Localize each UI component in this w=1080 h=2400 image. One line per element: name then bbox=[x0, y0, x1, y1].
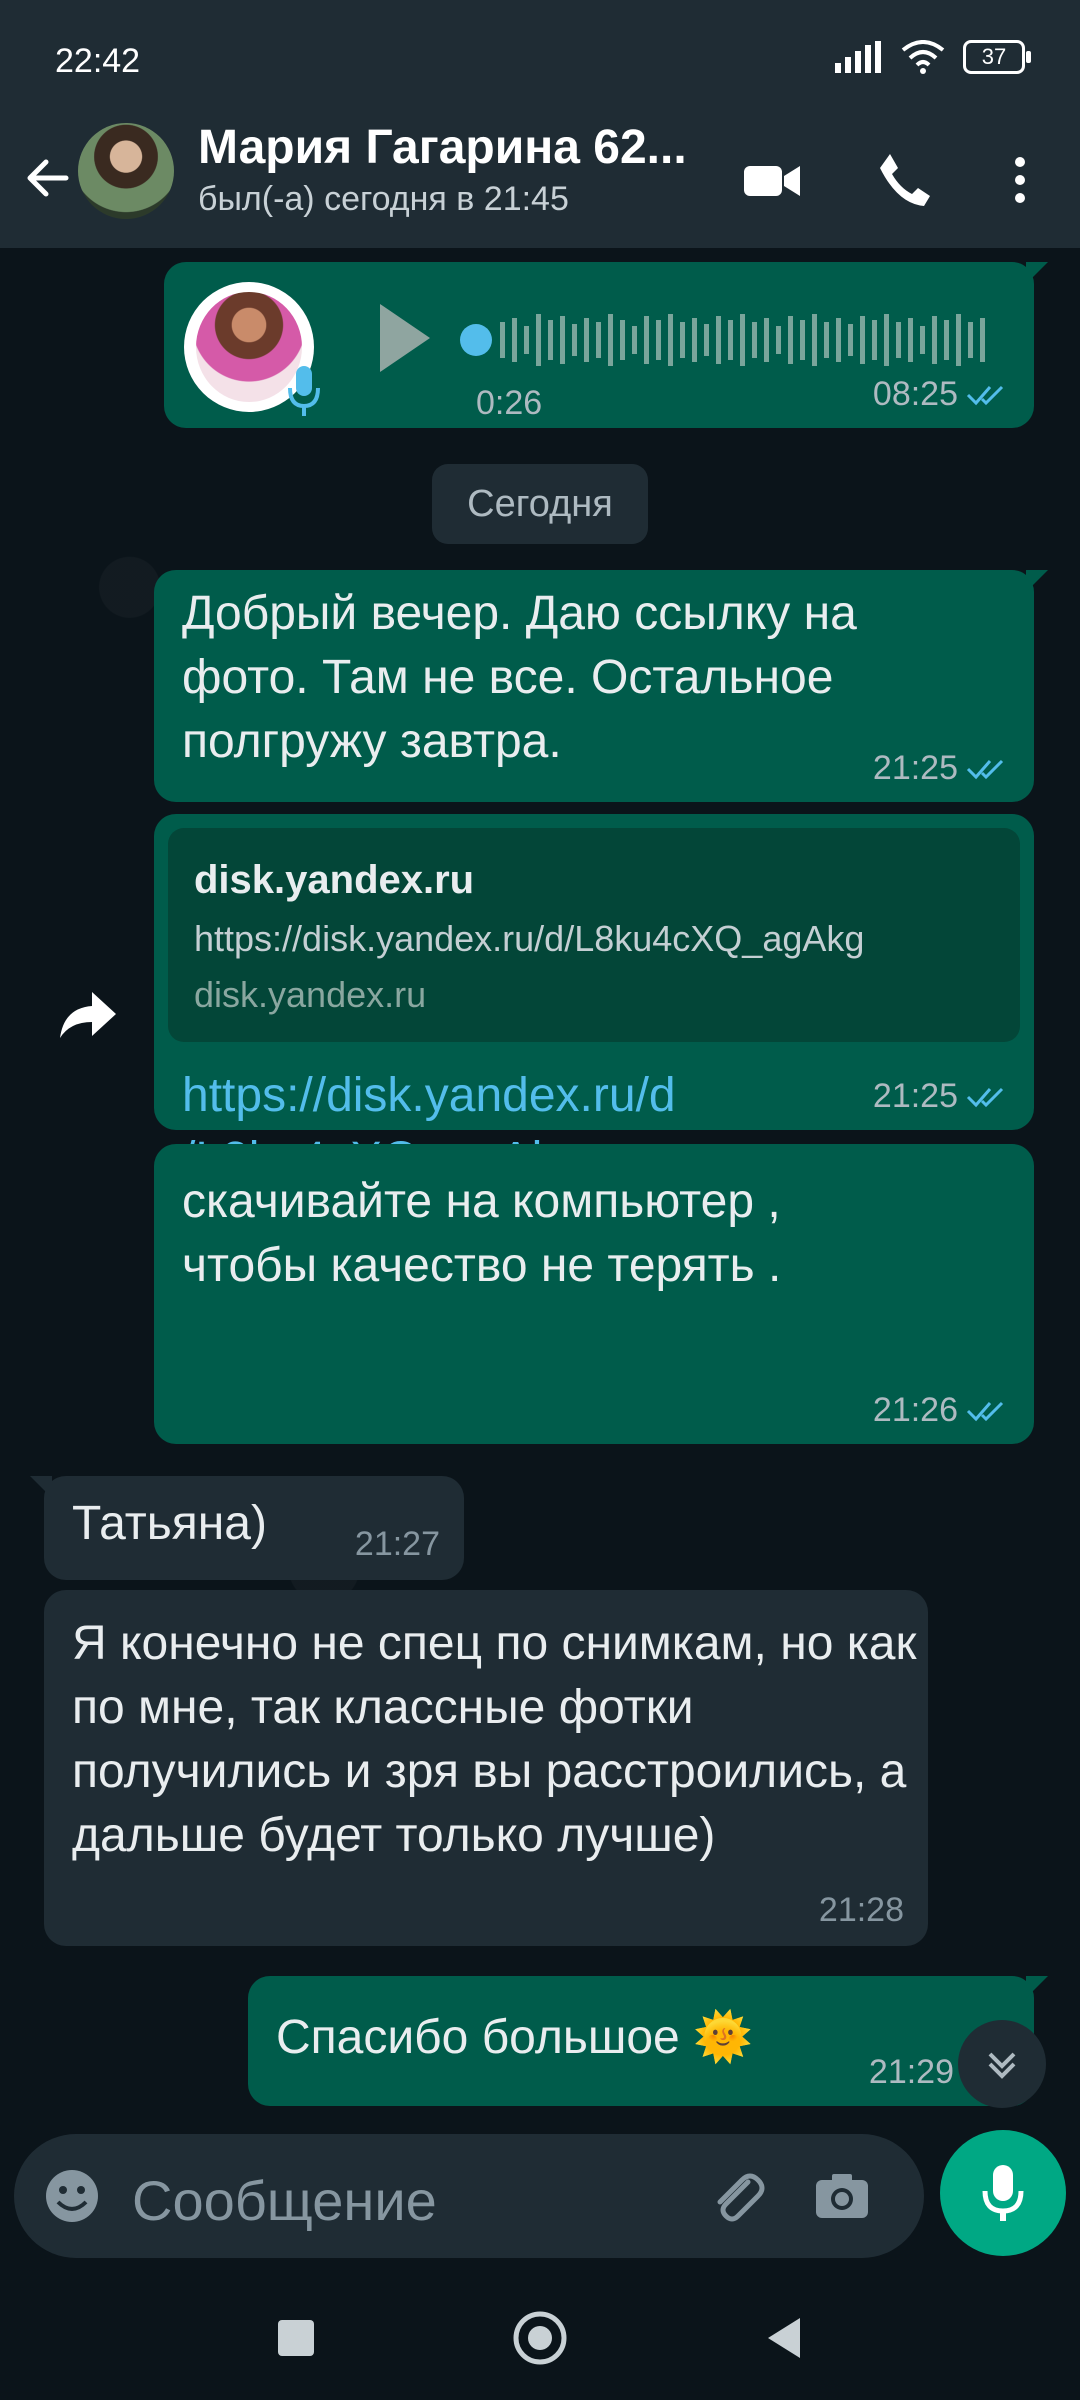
video-call-icon[interactable] bbox=[740, 148, 804, 212]
message-text: Татьяна) bbox=[72, 1497, 267, 1550]
message-line: скачивайте на компьютер , bbox=[182, 1175, 781, 1228]
back-arrow-icon[interactable] bbox=[18, 148, 78, 208]
message-line: чтобы качество не терять . bbox=[182, 1239, 782, 1292]
message-bubble[interactable]: скачивайте на компьютер , чтобы качество… bbox=[154, 1144, 1034, 1444]
message-time: 21:28 bbox=[818, 1891, 904, 1929]
status-time: 22:42 bbox=[55, 42, 141, 80]
avatar[interactable] bbox=[78, 123, 174, 219]
voice-duration: 0:26 bbox=[476, 384, 543, 422]
forward-icon[interactable] bbox=[56, 982, 120, 1046]
message-time: 08:25 bbox=[872, 375, 958, 413]
double-check-icon bbox=[966, 385, 1004, 405]
link-preview-domain: disk.yandex.ru bbox=[194, 974, 427, 1015]
double-check-icon bbox=[966, 759, 1004, 779]
home-icon[interactable] bbox=[508, 2306, 572, 2370]
waveform[interactable] bbox=[456, 300, 996, 380]
chat-area: 0:26 08:25 Сегодня Добрый вечер. Даю ссы… bbox=[0, 248, 1080, 2133]
emoji-icon[interactable] bbox=[40, 2164, 104, 2228]
message-text: Я конечно не спец по снимкам, но как по … bbox=[72, 1617, 917, 1862]
voice-record-button[interactable] bbox=[940, 2130, 1066, 2256]
mic-icon bbox=[288, 366, 320, 416]
contact-status: был(-а) сегодня в 21:45 bbox=[198, 180, 569, 218]
link-preview-description: https://disk.yandex.ru/d/L8ku4cXQ_agAkg bbox=[194, 918, 865, 959]
wifi-icon bbox=[901, 40, 945, 74]
contact-name[interactable]: Мария Гагарина 62... bbox=[198, 120, 687, 175]
signal-icon bbox=[835, 41, 881, 73]
message-time: 21:25 bbox=[872, 749, 958, 787]
message-time: 21:25 bbox=[872, 1077, 958, 1115]
message-text: Спасибо большое 🌞 bbox=[276, 2011, 753, 2064]
message-input[interactable]: Сообщение bbox=[132, 2168, 437, 2233]
system-nav-bar bbox=[0, 2274, 1080, 2400]
link-preview[interactable]: disk.yandex.ru https://disk.yandex.ru/d/… bbox=[168, 828, 1020, 1042]
message-input-bar[interactable]: Сообщение bbox=[14, 2134, 924, 2258]
message-meta: 21:26 bbox=[873, 1391, 1012, 1430]
mic-icon bbox=[982, 2165, 1024, 2221]
status-icons: 37 bbox=[835, 40, 1031, 74]
message-bubble[interactable]: Спасибо большое 🌞 21:29 bbox=[248, 1976, 1048, 2106]
double-check-icon bbox=[966, 1087, 1004, 1107]
message-bubble-incoming[interactable]: Я конечно не спец по снимкам, но как по … bbox=[44, 1590, 928, 1946]
voice-message[interactable]: 0:26 08:25 bbox=[164, 262, 1048, 428]
message-meta: 21:25 bbox=[873, 749, 1012, 788]
message-bubble[interactable]: Добрый вечер. Даю ссылку на фото. Там не… bbox=[154, 570, 1048, 802]
chat-header: Мария Гагарина 62... был(-а) сегодня в 2… bbox=[0, 118, 1080, 248]
message-time: 21:29 bbox=[868, 2053, 954, 2091]
date-chip: Сегодня bbox=[432, 464, 648, 544]
message-text: Добрый вечер. Даю ссылку на фото. Там не… bbox=[182, 587, 857, 768]
scroll-down-button[interactable] bbox=[958, 2020, 1046, 2108]
message-meta: 21:25 bbox=[873, 1077, 1012, 1116]
attach-icon[interactable] bbox=[704, 2164, 768, 2228]
message-meta: 21:29 bbox=[869, 2053, 954, 2092]
link-message[interactable]: disk.yandex.ru https://disk.yandex.ru/d/… bbox=[154, 814, 1034, 1186]
more-icon[interactable] bbox=[988, 148, 1052, 212]
stop-icon[interactable] bbox=[264, 2306, 328, 2370]
double-check-icon bbox=[966, 1401, 1004, 1421]
phone-icon[interactable] bbox=[872, 148, 936, 212]
message-time: 21:27 bbox=[354, 1525, 440, 1563]
chevron-down-icon bbox=[988, 2052, 1016, 2079]
message-time: 21:26 bbox=[872, 1391, 958, 1429]
status-bar: 22:42 37 bbox=[0, 0, 1080, 118]
play-icon[interactable] bbox=[372, 298, 436, 378]
battery-icon: 37 bbox=[963, 40, 1031, 74]
message-text: скачивайте на компьютер , чтобы качество… bbox=[182, 1170, 781, 1298]
message-meta: 08:25 bbox=[873, 375, 1012, 414]
link-preview-title: disk.yandex.ru bbox=[194, 858, 475, 902]
message-bubble-incoming[interactable]: Татьяна) 21:27 bbox=[30, 1476, 464, 1580]
back-icon[interactable] bbox=[752, 2306, 816, 2370]
camera-icon[interactable] bbox=[810, 2164, 874, 2228]
link-line[interactable]: https://disk.yandex.ru/d bbox=[182, 1064, 676, 1128]
